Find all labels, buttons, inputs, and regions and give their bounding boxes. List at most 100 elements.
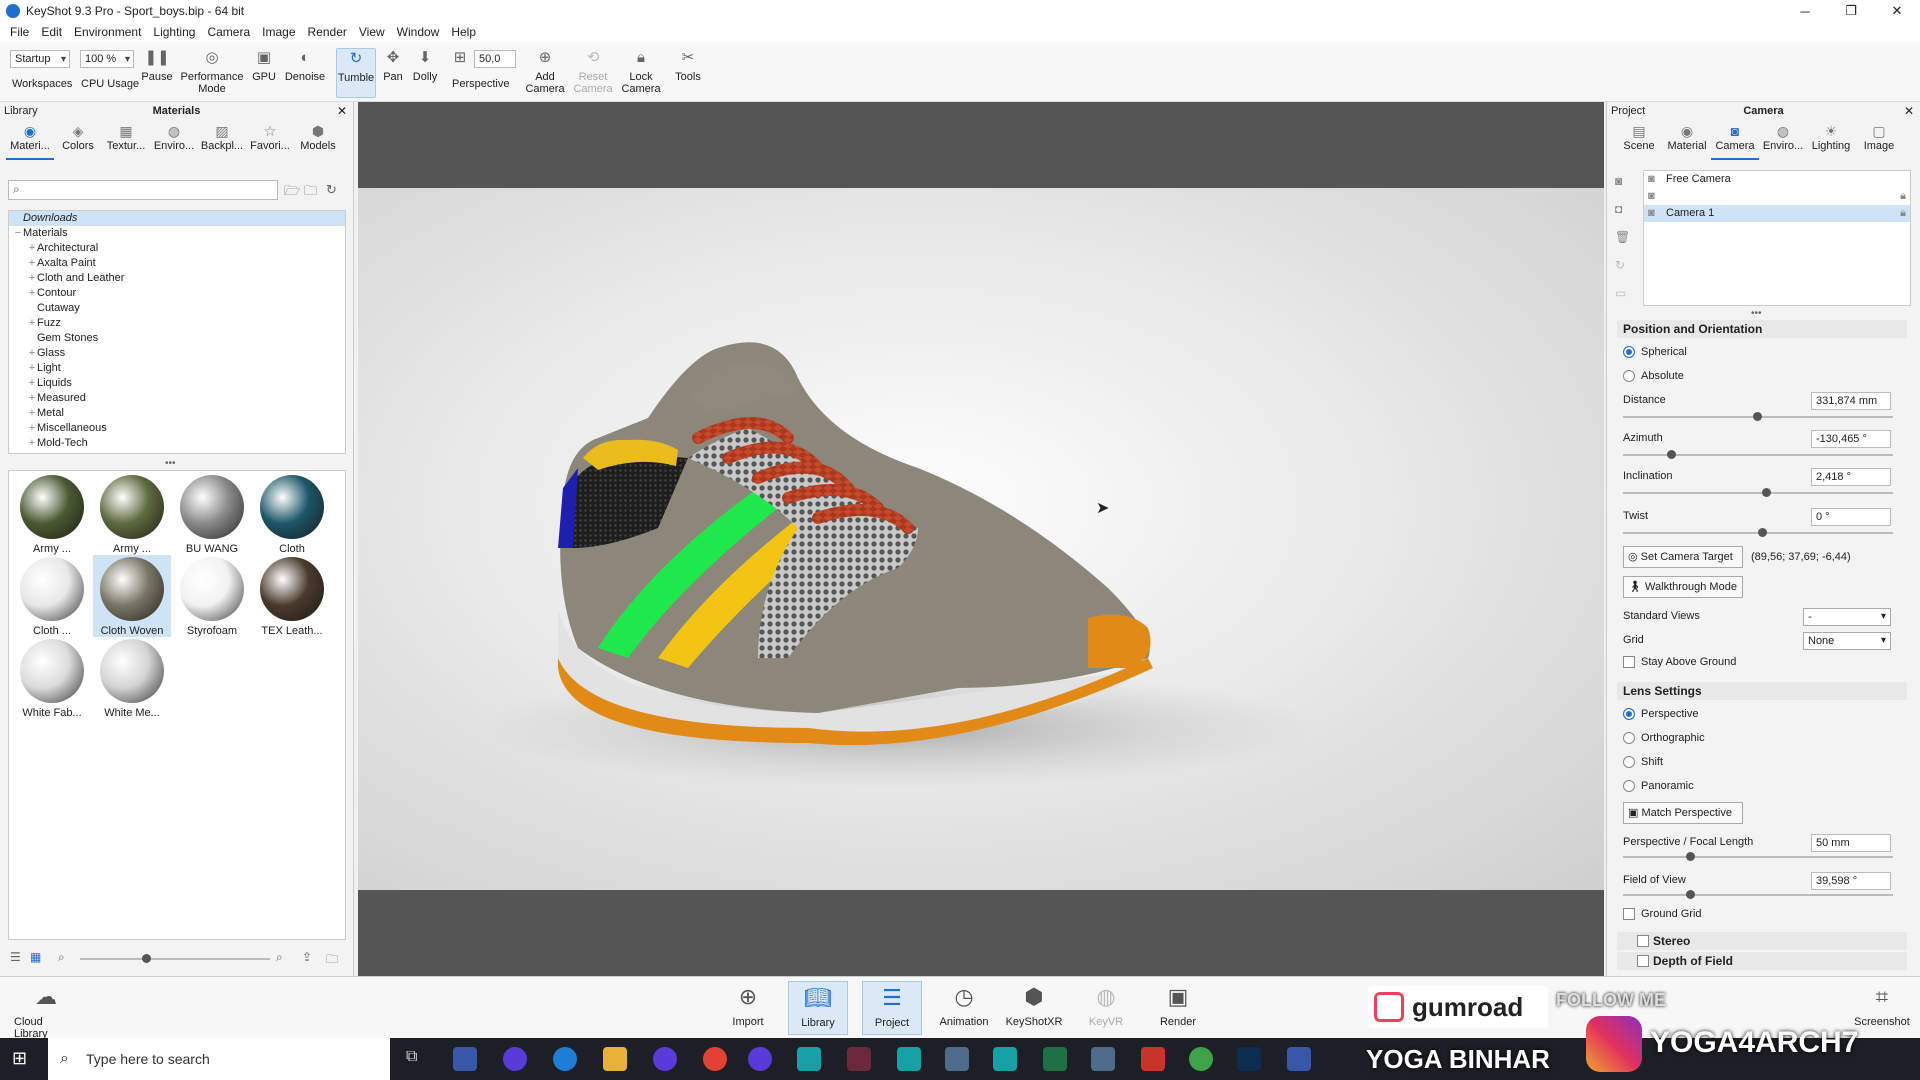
camera-list-item[interactable]: ◙ Free Camera: [1644, 171, 1910, 188]
grid-dropdown[interactable]: None: [1803, 632, 1891, 650]
expand-icon[interactable]: +: [27, 316, 37, 331]
menu-view[interactable]: View: [353, 25, 391, 39]
menu-help[interactable]: Help: [445, 25, 482, 39]
expand-icon[interactable]: +: [27, 421, 37, 436]
menu-render[interactable]: Render: [302, 25, 353, 39]
perspective-icon-button[interactable]: ⊞: [450, 48, 470, 71]
keyshotxr-button[interactable]: ⬢ KeyShotXR: [1004, 981, 1064, 1028]
perspective-value-input[interactable]: 50,0: [474, 50, 516, 68]
expand-icon[interactable]: +: [27, 406, 37, 421]
distance-slider[interactable]: [1623, 412, 1893, 421]
expand-icon[interactable]: +: [27, 346, 37, 361]
orthographic-radio[interactable]: [1623, 732, 1635, 744]
render-stage[interactable]: ➤: [358, 188, 1604, 890]
camera-add-icon[interactable]: ◙: [1615, 174, 1622, 188]
material-thumbnail[interactable]: TEX Leath...: [253, 555, 331, 637]
dolly-button[interactable]: ⬇ Dolly: [410, 48, 440, 83]
menu-camera[interactable]: Camera: [201, 25, 256, 39]
taskbar-search-input[interactable]: ⌕ Type here to search: [48, 1038, 390, 1080]
camera-list-item[interactable]: ◙ Camera 1 🔒︎: [1644, 205, 1910, 222]
tab-image[interactable]: ▢ Image: [1855, 120, 1903, 160]
reset-icon[interactable]: ↻: [1615, 258, 1625, 272]
tab-lighting[interactable]: ☀ Lighting: [1807, 120, 1855, 160]
cloud-library-button[interactable]: ☁ Cloud Library: [14, 981, 78, 1040]
expand-icon[interactable]: +: [27, 256, 37, 271]
excel-icon[interactable]: [1043, 1047, 1067, 1071]
spherical-radio[interactable]: [1623, 346, 1635, 358]
save-icon[interactable]: ▭: [1615, 286, 1626, 300]
expand-icon[interactable]: +: [27, 271, 37, 286]
field-of-view-input[interactable]: 39,598 °: [1811, 872, 1891, 890]
field-of-view-slider[interactable]: [1623, 890, 1893, 899]
menu-image[interactable]: Image: [256, 25, 301, 39]
pan-button[interactable]: ✥ Pan: [382, 48, 404, 83]
keyvr-button[interactable]: ◍ KeyVR: [1076, 981, 1136, 1028]
inclination-input[interactable]: 2,418 °: [1811, 468, 1891, 486]
tab-scene[interactable]: ▤ Scene: [1615, 120, 1663, 160]
depth-of-field-header[interactable]: Depth of Field: [1617, 952, 1907, 970]
tab-backplates[interactable]: ▨ Backpl...: [198, 120, 246, 160]
tree-item[interactable]: + Axalta Paint: [9, 256, 345, 271]
file-explorer-icon[interactable]: [603, 1047, 627, 1071]
expand-icon[interactable]: +: [27, 436, 37, 451]
pause-button[interactable]: ❚❚ Pause: [141, 48, 172, 83]
tree-item[interactable]: + Architectural: [9, 241, 345, 256]
tree-item[interactable]: + Contour: [9, 286, 345, 301]
stereo-checkbox[interactable]: [1637, 935, 1649, 947]
tumble-button[interactable]: ↻ Tumble: [336, 48, 376, 98]
material-thumbnail[interactable]: Cloth Woven: [93, 555, 171, 637]
list-view-icon[interactable]: ☰: [10, 950, 21, 964]
menu-environment[interactable]: Environment: [68, 25, 147, 39]
folder-sync-icon[interactable]: 🗀: [304, 182, 317, 204]
tree-item[interactable]: Downloads: [9, 211, 345, 226]
tree-item[interactable]: − Materials: [9, 226, 345, 241]
taskbar-app-icon[interactable]: [1189, 1047, 1213, 1071]
depth-of-field-checkbox[interactable]: [1637, 955, 1649, 967]
taskbar-app-icon[interactable]: [453, 1047, 477, 1071]
lens-settings-header[interactable]: Lens Settings: [1617, 682, 1907, 700]
taskbar-app-icon[interactable]: [653, 1047, 677, 1071]
tools-button[interactable]: ✂ Tools: [672, 48, 704, 83]
material-thumbnail[interactable]: Army ...: [93, 473, 171, 555]
tree-item[interactable]: + Cloth and Leather: [9, 271, 345, 286]
taskbar-app-icon[interactable]: [503, 1047, 527, 1071]
tree-item[interactable]: Gem Stones: [9, 331, 345, 346]
menu-edit[interactable]: Edit: [35, 25, 68, 39]
tree-item[interactable]: Cutaway: [9, 301, 345, 316]
photoshop-icon[interactable]: [1237, 1047, 1261, 1071]
project-button[interactable]: ☰ Project: [862, 981, 922, 1035]
refresh-icon[interactable]: ↻: [326, 182, 337, 198]
denoise-button[interactable]: ◐ Denoise: [284, 48, 326, 83]
tab-favorites[interactable]: ☆ Favori...: [246, 120, 294, 160]
material-folder-tree[interactable]: Downloads − Materials + Architectural + Axalta…: [8, 210, 346, 454]
tab-material[interactable]: ◉ Material: [1663, 120, 1711, 160]
tree-item[interactable]: + Metal: [9, 406, 345, 421]
tab-camera[interactable]: ◙ Camera: [1711, 120, 1759, 160]
twist-input[interactable]: 0 °: [1811, 508, 1891, 526]
taskbar-app-icon[interactable]: [1141, 1047, 1165, 1071]
render-button[interactable]: ▣ Render: [1148, 981, 1208, 1028]
material-thumbnail[interactable]: Army ...: [13, 473, 91, 555]
walkthrough-mode-button[interactable]: 🚶︎ Walkthrough Mode: [1623, 576, 1743, 598]
reset-camera-button[interactable]: ⟲ Reset Camera: [572, 48, 614, 95]
restore-icon[interactable]: ❐: [1828, 0, 1874, 22]
taskbar-app-icon[interactable]: [945, 1047, 969, 1071]
expand-icon[interactable]: +: [27, 361, 37, 376]
close-library-icon[interactable]: ✕: [337, 104, 347, 118]
tab-environments[interactable]: ◍ Enviro...: [150, 120, 198, 160]
zoom-in-icon[interactable]: ⌕: [276, 950, 283, 965]
gpu-button[interactable]: ▣ GPU: [250, 48, 278, 83]
tab-models[interactable]: ⬢ Models: [294, 120, 342, 160]
upload-icon[interactable]: ⇪: [302, 950, 312, 964]
match-perspective-button[interactable]: ▣ Match Perspective: [1623, 802, 1743, 824]
tree-item[interactable]: + Glass: [9, 346, 345, 361]
taskbar-app-icon[interactable]: [847, 1047, 871, 1071]
focal-length-input[interactable]: 50 mm: [1811, 834, 1891, 852]
tree-item[interactable]: + Miscellaneous: [9, 421, 345, 436]
expand-icon[interactable]: −: [13, 226, 23, 241]
menu-file[interactable]: File: [4, 25, 35, 39]
material-thumbnail[interactable]: White Me...: [93, 637, 171, 719]
grid-view-icon[interactable]: ▦: [30, 950, 41, 964]
panel-splitter[interactable]: •••: [1751, 308, 1762, 319]
material-thumbnail[interactable]: White Fab...: [13, 637, 91, 719]
